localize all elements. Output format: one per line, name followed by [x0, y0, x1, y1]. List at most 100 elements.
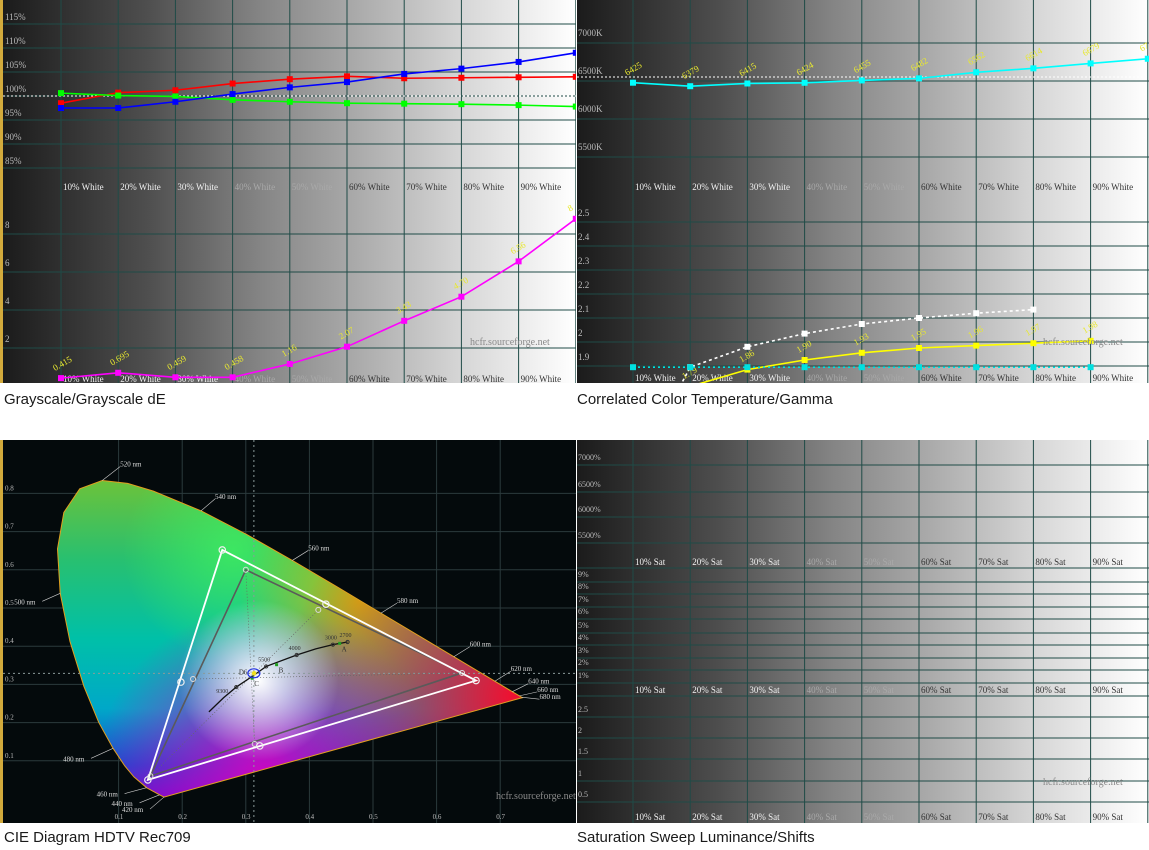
rgb-level-point [344, 79, 350, 86]
x-tick-label: 50% Sat [864, 685, 895, 695]
wavelength-label: 640 nm [528, 678, 550, 686]
x-tick-label: 60% Sat [921, 557, 952, 567]
x-tick-label: 60% Sat [921, 685, 952, 695]
gamma-point [630, 364, 636, 371]
y-tick-label: 2.4 [578, 232, 590, 242]
y-tick-label: 8% [578, 582, 589, 591]
x-tick-label: 30% White [749, 182, 790, 192]
y-tick-label: 6 [5, 258, 10, 268]
x-tick-label: 10% Sat [635, 812, 666, 822]
rgb-level-point [515, 102, 522, 109]
gamma-point [973, 310, 980, 317]
x-tick-label: 80% Sat [1035, 812, 1066, 822]
chart-svg: 0.1 0.2 0.3 0.4 0.5 0.6 0.7 0.8 0.7 0.6 0.5 0.4 0.3 0… [3, 440, 576, 823]
x-tick-label: 90% Sat [1093, 557, 1124, 567]
plot-background [577, 440, 1149, 823]
gamma-point [801, 330, 808, 337]
y-tick-label: 4 [5, 296, 10, 306]
y-tick-label: 5500% [578, 531, 601, 540]
cct-point [1030, 65, 1037, 72]
x-tick-label: 70% White [406, 374, 447, 383]
wavelength-label: 420 nm [122, 806, 144, 814]
delta-e-point [458, 293, 465, 300]
cct-point [744, 80, 751, 87]
y-tick-label: 95% [5, 108, 22, 118]
rgb-level-point [572, 103, 576, 110]
illuminant-label: B [279, 667, 284, 675]
gamma-point [858, 349, 865, 356]
chart-svg: 7000% 6500% 6000% 5500% 9% 8% 7% 6% 5% 4% 3% 2% 1% 2.… [577, 440, 1149, 823]
y-tick-label: 5500K [578, 142, 603, 152]
grayscale-caption: Grayscale/Grayscale dE [4, 391, 166, 408]
rgb-level-point [515, 58, 522, 65]
x-tick-label: 90% Sat [1093, 812, 1124, 822]
chart-svg: 115% 110% 105% 100% 95% 90% 85% 10% White 20% Wh… [3, 0, 576, 383]
y-tick-label: 1.5 [578, 747, 588, 756]
x-tick-label: 60% White [921, 182, 962, 192]
delta-e-point [401, 317, 408, 324]
gamma-point [916, 364, 922, 371]
rgb-level-point [172, 93, 179, 100]
y-tick-label: 8 [5, 220, 10, 230]
x-tick-label: 90% Sat [1093, 685, 1124, 695]
cct-point [916, 75, 922, 82]
rgb-level-point [401, 70, 408, 77]
y-tick-label: 105% [5, 60, 27, 70]
y-tick-label: 0.7 [5, 523, 14, 531]
gamma-point [858, 321, 865, 327]
x-tick-label: 90% White [521, 182, 562, 192]
x-tick-label: 0.2 [178, 813, 187, 821]
watermark: hcfr.sourceforge.net [496, 791, 576, 802]
y-tick-label: 2% [578, 658, 589, 667]
x-tick-label: 30% Sat [749, 557, 780, 567]
x-tick-label: 20% White [692, 373, 733, 383]
x-tick-label: 80% White [463, 182, 504, 192]
y-tick-label: 1% [578, 671, 589, 680]
x-tick-label: 40% Sat [807, 557, 838, 567]
y-tick-label: 2 [578, 328, 583, 338]
delta-e-point [229, 374, 236, 381]
cct-point [801, 79, 808, 86]
x-tick-label: 80% White [463, 374, 504, 383]
gamma-point [744, 364, 751, 371]
x-tick-label: 80% White [1035, 373, 1076, 383]
y-tick-label: 6000% [578, 505, 601, 514]
x-tick-label: 0.5 [369, 813, 378, 821]
watermark: hcfr.sourceforge.net [470, 337, 550, 348]
x-tick-label: 30% Sat [749, 685, 780, 695]
wavelength-label: 460 nm [97, 791, 119, 799]
gamma-point [1087, 364, 1094, 371]
y-tick-label: 110% [5, 36, 26, 46]
gamma-point [916, 315, 922, 321]
gamma-point [1030, 364, 1037, 371]
wavelength-label: 480 nm [63, 755, 85, 763]
cct-gamma-chart: 7000K 6500K 6000K 5500K 10% White 20% White 30… [577, 0, 1149, 383]
rgb-level-point [286, 76, 293, 83]
delta-e-point [286, 360, 293, 367]
x-tick-label: 0.3 [242, 813, 251, 821]
saturation-caption: Saturation Sweep Luminance/Shifts [577, 829, 815, 846]
y-tick-label: 4% [578, 633, 589, 642]
y-tick-label: 6% [578, 607, 589, 616]
y-tick-label: 2.5 [578, 705, 588, 714]
rgb-level-point [229, 80, 236, 87]
y-tick-label: 0.5 [5, 599, 14, 607]
x-tick-label: 30% White [177, 182, 218, 192]
x-tick-label: 10% Sat [635, 557, 666, 567]
x-tick-label: 40% Sat [807, 685, 838, 695]
y-tick-label: 6500K [578, 66, 603, 76]
rgb-level-point [344, 73, 350, 80]
delta-e-point [515, 258, 522, 265]
x-tick-label: 60% White [921, 373, 962, 383]
x-tick-label: 50% Sat [864, 557, 895, 567]
rgb-level-point [172, 87, 179, 94]
y-tick-label: 2.5 [578, 208, 590, 218]
x-tick-label: 40% White [235, 182, 276, 192]
x-tick-label: 0.6 [433, 813, 442, 821]
wavelength-label: 620 nm [511, 665, 533, 673]
watermark: hcfr.sourceforge.net [1043, 337, 1123, 348]
wavelength-label: 680 nm [539, 693, 561, 701]
y-tick-label: 0.1 [5, 752, 14, 760]
x-tick-label: 40% White [807, 182, 848, 192]
x-tick-label: 80% White [1035, 182, 1076, 192]
